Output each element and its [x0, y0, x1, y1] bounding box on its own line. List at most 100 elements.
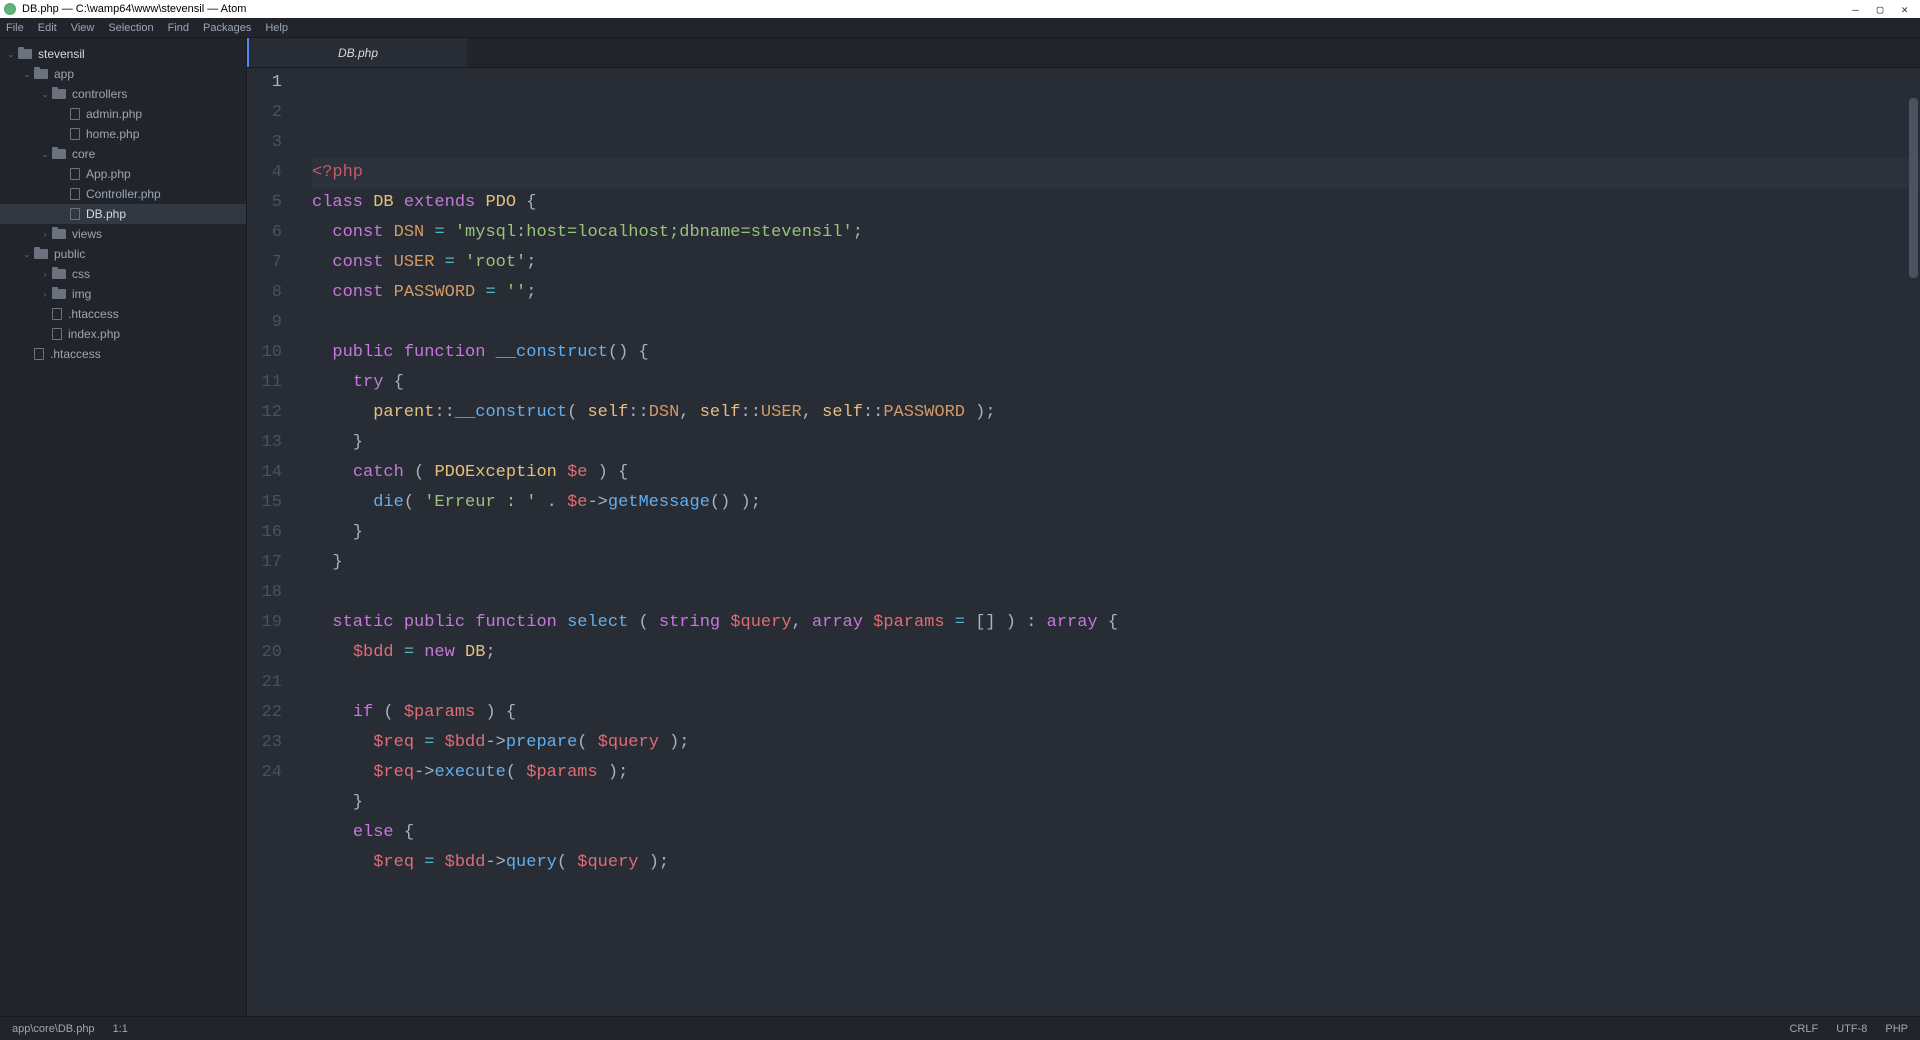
code-line[interactable]: die( 'Erreur : ' . $e->getMessage() ); — [312, 488, 1920, 518]
tree-item-label: .htaccess — [68, 307, 119, 321]
code-line[interactable]: class DB extends PDO { — [312, 188, 1920, 218]
line-number: 12 — [247, 398, 282, 428]
window-close-button[interactable]: ✕ — [1901, 3, 1908, 16]
menu-edit[interactable]: Edit — [38, 22, 57, 34]
tree-folder-app[interactable]: ⌄app — [0, 64, 246, 84]
tree-item-label: Controller.php — [86, 187, 161, 201]
tree-file-index-php[interactable]: index.php — [0, 324, 246, 344]
file-icon — [52, 328, 62, 340]
code-line[interactable]: if ( $params ) { — [312, 698, 1920, 728]
tree-folder-img[interactable]: › img — [0, 284, 246, 304]
tree-folder-views[interactable]: ›views — [0, 224, 246, 244]
line-number: 18 — [247, 578, 282, 608]
code-line[interactable]: } — [312, 428, 1920, 458]
menu-view[interactable]: View — [71, 22, 95, 34]
chevron-down-icon: ⌄ — [22, 70, 32, 79]
menu-file[interactable]: File — [6, 22, 24, 34]
code-line[interactable]: else { — [312, 818, 1920, 848]
code-line[interactable]: <?php — [312, 158, 1920, 188]
code-line[interactable]: static public function select ( string $… — [312, 608, 1920, 638]
code-line[interactable]: public function __construct() { — [312, 338, 1920, 368]
menu-find[interactable]: Find — [168, 22, 189, 34]
line-number: 1 — [247, 68, 282, 98]
menu-help[interactable]: Help — [265, 22, 288, 34]
code-line[interactable]: } — [312, 548, 1920, 578]
code-line[interactable]: $req = $bdd->prepare( $query ); — [312, 728, 1920, 758]
code-editor[interactable]: 123456789101112131415161718192021222324 … — [247, 68, 1920, 1016]
status-encoding[interactable]: UTF-8 — [1836, 1023, 1867, 1035]
code-line[interactable]: $req = $bdd->query( $query ); — [312, 848, 1920, 878]
tree-file-home-php[interactable]: home.php — [0, 124, 246, 144]
tree-folder-core[interactable]: ⌄core — [0, 144, 246, 164]
folder-icon — [52, 149, 66, 159]
tree-folder-css[interactable]: ›css — [0, 264, 246, 284]
tree-file-htaccess-root[interactable]: .htaccess — [0, 344, 246, 364]
file-icon — [34, 348, 44, 360]
chevron-right-icon: › — [40, 290, 50, 299]
tree-folder-controllers[interactable]: ⌄controllers — [0, 84, 246, 104]
vertical-scrollbar[interactable] — [1909, 98, 1918, 278]
line-number: 11 — [247, 368, 282, 398]
window-minimize-button[interactable]: — — [1852, 3, 1859, 16]
tree-item-label: img — [72, 287, 91, 301]
window-maximize-button[interactable]: ▢ — [1877, 3, 1884, 16]
menu-packages[interactable]: Packages — [203, 22, 251, 34]
status-language[interactable]: PHP — [1885, 1023, 1908, 1035]
code-line[interactable]: const PASSWORD = ''; — [312, 278, 1920, 308]
code-line[interactable]: const DSN = 'mysql:host=localhost;dbname… — [312, 218, 1920, 248]
status-filepath[interactable]: app\core\DB.php — [12, 1023, 95, 1035]
line-number: 14 — [247, 458, 282, 488]
code-line[interactable]: try { — [312, 368, 1920, 398]
tree-file-app-php[interactable]: App.php — [0, 164, 246, 184]
line-number: 10 — [247, 338, 282, 368]
tree-item-label: index.php — [68, 327, 120, 341]
code-line[interactable]: } — [312, 788, 1920, 818]
code-line[interactable]: parent::__construct( self::DSN, self::US… — [312, 398, 1920, 428]
window-titlebar: DB.php — C:\wamp64\www\stevensil — Atom … — [0, 0, 1920, 18]
status-cursor-position[interactable]: 1:1 — [113, 1023, 128, 1035]
code-line[interactable] — [312, 668, 1920, 698]
code-line[interactable]: $req->execute( $params ); — [312, 758, 1920, 788]
code-line[interactable] — [312, 308, 1920, 338]
tree-folder-public[interactable]: ⌄public — [0, 244, 246, 264]
code-content[interactable]: <?phpclass DB extends PDO { const DSN = … — [302, 68, 1920, 1016]
folder-icon — [52, 89, 66, 99]
tree-item-label: App.php — [86, 167, 131, 181]
line-number: 15 — [247, 488, 282, 518]
code-line[interactable]: catch ( PDOException $e ) { — [312, 458, 1920, 488]
line-number: 20 — [247, 638, 282, 668]
tree-file-htaccess-public[interactable]: .htaccess — [0, 304, 246, 324]
tree-item-label: stevensil — [38, 47, 85, 61]
line-number: 7 — [247, 248, 282, 278]
tab-db-php[interactable]: DB.php — [247, 38, 467, 67]
tree-file-db-php[interactable]: DB.php — [0, 204, 246, 224]
chevron-right-icon: › — [40, 270, 50, 279]
status-line-ending[interactable]: CRLF — [1789, 1023, 1818, 1035]
window-title: DB.php — C:\wamp64\www\stevensil — Atom — [22, 3, 246, 15]
file-tree-sidebar[interactable]: ⌄ stevensil ⌄app⌄controllersadmin.phphome.… — [0, 38, 246, 1016]
file-icon — [70, 208, 80, 220]
line-number: 8 — [247, 278, 282, 308]
menu-selection[interactable]: Selection — [108, 22, 153, 34]
line-number: 9 — [247, 308, 282, 338]
tab-label: DB.php — [338, 46, 378, 60]
tree-item-label: views — [72, 227, 102, 241]
chevron-down-icon: ⌄ — [6, 50, 16, 59]
chevron-down-icon: ⌄ — [40, 150, 50, 159]
line-number: 13 — [247, 428, 282, 458]
code-line[interactable]: $bdd = new DB; — [312, 638, 1920, 668]
file-icon — [70, 168, 80, 180]
file-icon — [70, 108, 80, 120]
tree-root-stevensil[interactable]: ⌄ stevensil — [0, 44, 246, 64]
tree-file-admin-php[interactable]: admin.php — [0, 104, 246, 124]
status-bar: app\core\DB.php 1:1 CRLF UTF-8 PHP — [0, 1016, 1920, 1040]
menubar: File Edit View Selection Find Packages Help — [0, 18, 1920, 38]
tree-item-label: DB.php — [86, 207, 126, 221]
line-number: 23 — [247, 728, 282, 758]
tree-file-controller-php[interactable]: Controller.php — [0, 184, 246, 204]
code-line[interactable]: const USER = 'root'; — [312, 248, 1920, 278]
code-line[interactable]: } — [312, 518, 1920, 548]
file-icon — [52, 308, 62, 320]
line-number: 24 — [247, 758, 282, 788]
code-line[interactable] — [312, 578, 1920, 608]
